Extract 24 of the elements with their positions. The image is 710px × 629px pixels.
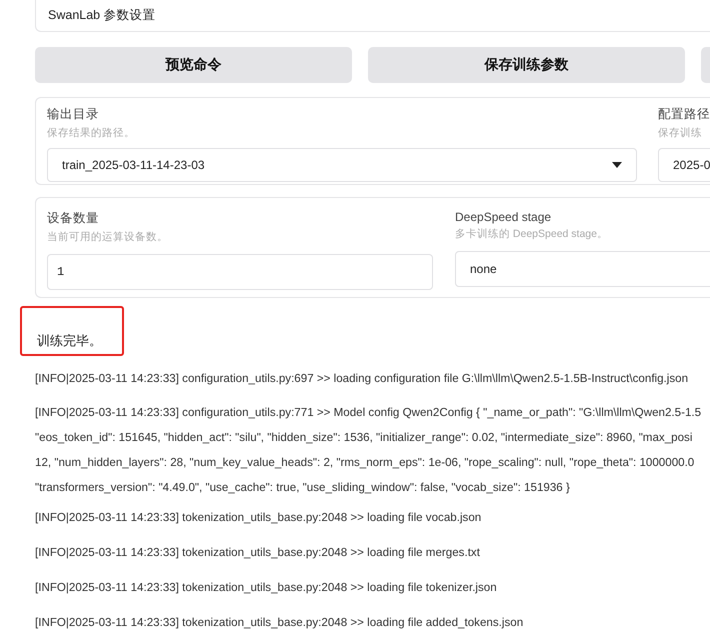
status-message: 训练完毕。 <box>20 306 124 356</box>
log-entry: [INFO|2025-03-11 14:23:33] tokenization_utils_base.py:2048 >> loading file merges.txt <box>35 545 481 561</box>
log-entry: [INFO|2025-03-11 14:23:33] configuration_utils.py:771 >> Model config Qwen2Config { "_name_or_path": "G:\llm\llm\Qwen2.5-1.5 "eos_token_id": 151645, "hidden_act": "silu", "hidden_size": 1536, "initializer_range": 0.02, "intermediate_size": 8960, "max_posi 12, "num_hidden_layers": 28, "num_key_value_heads": 2, "rms_norm_eps": 1e-06, "rope_scaling": null, "rope_theta": 1000000.0 "transformers_version": "4.49.0", "use_cache": true, "use_sliding_window": false, "vocab_size": 151936 } <box>35 405 702 496</box>
number-field[interactable]: 1 <box>47 254 433 290</box>
dropdown-field[interactable]: train_2025-03-11-14-23-03 <box>47 148 637 182</box>
panel-title: SwanLab 参数设置 <box>48 7 156 24</box>
input-field[interactable]: 2025-0 <box>658 148 710 182</box>
action-button[interactable]: 保存训练参数 <box>368 47 685 83</box>
field-hint: 保存训练 <box>658 126 702 140</box>
field-label: 配置路径 <box>658 106 710 123</box>
log-entry: [INFO|2025-03-11 14:23:33] tokenization_utils_base.py:2048 >> loading file added_tokens.json <box>35 615 524 629</box>
settings-panel[interactable]: SwanLab 参数设置 <box>35 0 710 32</box>
field-hint: 保存结果的路径。 <box>47 126 135 140</box>
caret-icon <box>612 162 622 168</box>
field-hint: 多卡训练的 DeepSpeed stage。 <box>455 227 608 241</box>
log-entry: [INFO|2025-03-11 14:23:33] tokenization_utils_base.py:2048 >> loading file tokenizer.json <box>35 580 498 596</box>
input-field[interactable]: none <box>455 251 710 287</box>
action-button[interactable]: 预览命令 <box>35 47 352 83</box>
field-label: 设备数量 <box>47 210 99 227</box>
field-hint: 当前可用的运算设备数。 <box>47 230 168 244</box>
log-entry: [INFO|2025-03-11 14:23:33] configuration_utils.py:697 >> loading configuration file G:\llm\llm\Qwen2.5-1.5B-Instruct\config.json <box>35 371 690 387</box>
log-entry: [INFO|2025-03-11 14:23:33] tokenization_utils_base.py:2048 >> loading file vocab.json <box>35 510 482 526</box>
field-label: DeepSpeed stage <box>455 210 552 224</box>
field-label: 输出目录 <box>47 106 99 123</box>
